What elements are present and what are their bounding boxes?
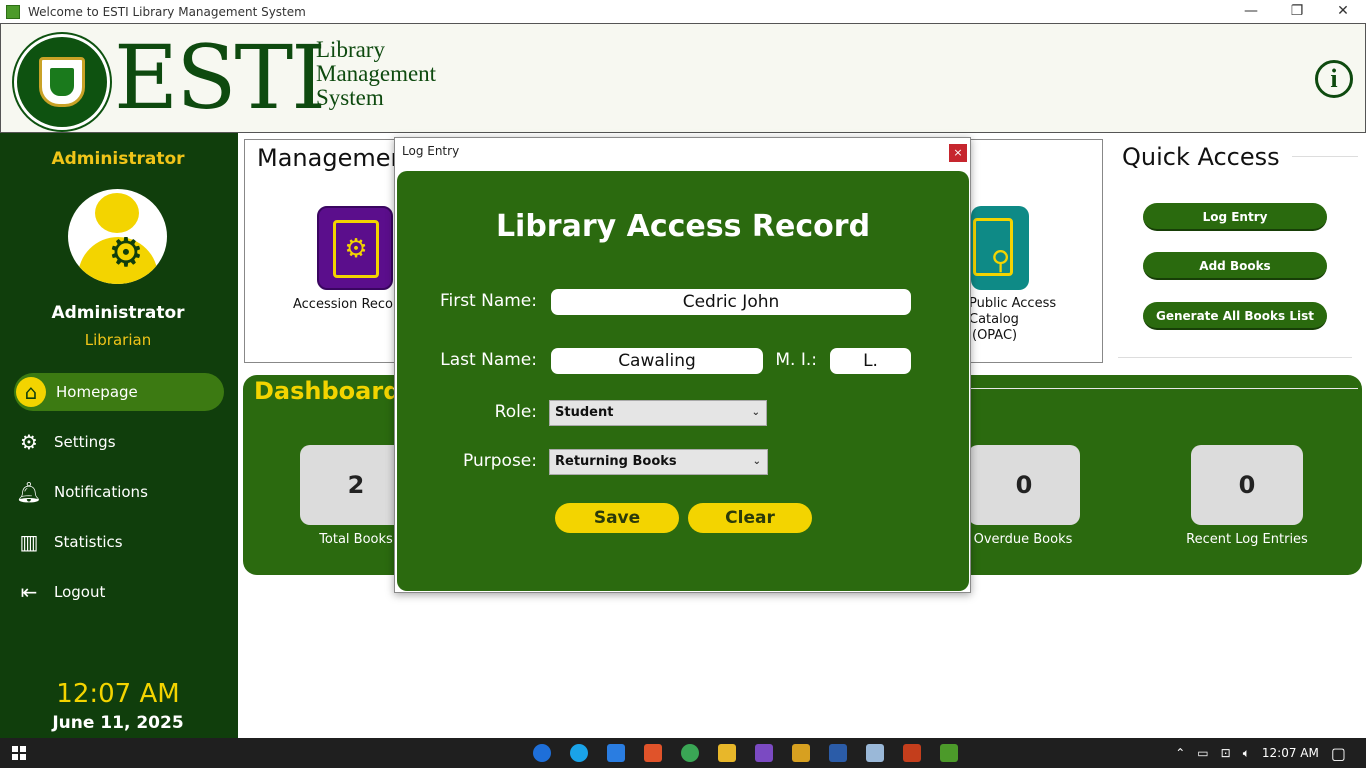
first-name-label: First Name: — [439, 291, 537, 311]
library-app-icon[interactable] — [940, 744, 958, 762]
visual-studio-icon[interactable] — [755, 744, 773, 762]
overdue-books-value: 0 — [968, 445, 1080, 525]
book-gear-icon: ⚙ — [333, 220, 379, 278]
window-title-bar: Welcome to ESTI Library Management Syste… — [0, 0, 1366, 23]
home-icon: ⌂ — [16, 377, 46, 407]
opac-label: Public Access Catalog (OPAC) — [969, 296, 1057, 343]
nav-notifications[interactable]: 🔔︎ Notifications — [14, 473, 224, 511]
last-name-input[interactable]: Cawaling — [551, 348, 763, 374]
recent-log-entries-value: 0 — [1191, 445, 1303, 525]
taskbar: ⌃ ▭ ⊡ 🔈︎ 12:07 AM ▢ — [0, 738, 1366, 768]
battery-icon[interactable]: ▭ — [1197, 746, 1208, 760]
purpose-select[interactable]: Returning Books ⌄ — [549, 449, 768, 475]
chevron-down-icon: ⌄ — [751, 407, 760, 418]
accession-record-label: Accession Reco — [293, 297, 393, 312]
info-button[interactable]: i — [1315, 60, 1353, 98]
close-window-icon[interactable]: ✕ — [1320, 0, 1366, 23]
windows-start-icon[interactable] — [12, 746, 26, 760]
clear-button[interactable]: Clear — [688, 503, 812, 533]
log-entry-button[interactable]: Log Entry — [1143, 203, 1327, 231]
logout-icon: ⇤ — [20, 580, 38, 604]
notepad-icon[interactable] — [866, 744, 884, 762]
sidebar: Administrator ⚙ Administrator Librarian … — [0, 133, 238, 738]
app-icon[interactable] — [607, 744, 625, 762]
bell-icon: 🔔︎ — [16, 480, 42, 504]
gear-icon: ⚙ — [108, 230, 144, 276]
chevron-down-icon: ⌄ — [752, 456, 761, 467]
brave-icon[interactable] — [644, 744, 662, 762]
clock-date: June 11, 2025 — [52, 713, 184, 733]
nav-statistics[interactable]: ▥ Statistics — [14, 523, 224, 561]
app-icon[interactable] — [792, 744, 810, 762]
accession-record-tile[interactable]: ⚙ — [317, 206, 393, 290]
app-book-icon — [6, 4, 20, 19]
middle-initial-input[interactable]: L. — [830, 348, 911, 374]
nav-settings[interactable]: ⚙ Settings — [14, 423, 224, 461]
notification-center-icon[interactable]: ▢ — [1331, 744, 1346, 763]
purpose-label: Purpose: — [463, 451, 537, 471]
restore-icon[interactable]: ❐ — [1274, 0, 1320, 23]
window-controls: — ❐ ✕ — [1228, 0, 1366, 23]
log-entry-dialog: Log Entry × Library Access Record First … — [394, 137, 971, 593]
quick-access-title: Quick Access — [1122, 143, 1280, 171]
book-search-icon: ⚲ — [973, 218, 1013, 276]
clock-time: 12:07 AM — [56, 679, 180, 709]
chevron-up-icon[interactable]: ⌃ — [1175, 746, 1185, 760]
taskbar-clock[interactable]: 12:07 AM — [1262, 746, 1319, 760]
system-tray: ⌃ ▭ ⊡ 🔈︎ 12:07 AM ▢ — [1175, 738, 1366, 768]
dialog-body: Library Access Record First Name: Cedric… — [397, 171, 969, 591]
edge-icon[interactable] — [570, 744, 588, 762]
dialog-title: Log Entry — [402, 144, 460, 158]
role-label: Role: — [494, 402, 537, 422]
network-icon[interactable]: ⊡ — [1221, 746, 1231, 760]
middle-initial-label: M. I.: — [775, 350, 817, 370]
minimize-icon[interactable]: — — [1228, 0, 1274, 23]
window-title: Welcome to ESTI Library Management Syste… — [28, 4, 306, 19]
powerpoint-icon[interactable] — [903, 744, 921, 762]
nav-logout[interactable]: ⇤ Logout — [14, 573, 224, 611]
app-header: ESTI Library Management System i — [0, 23, 1366, 133]
nav-homepage[interactable]: ⌂ Homepage — [14, 373, 224, 411]
brand-name: ESTI — [114, 26, 326, 129]
quick-access-panel: Quick Access Log Entry Add Books Generat… — [1110, 139, 1358, 359]
last-name-label: Last Name: — [440, 350, 537, 370]
first-name-input[interactable]: Cedric John — [551, 289, 911, 315]
dashboard-title: Dashboard — [254, 377, 401, 405]
management-title: Managemen — [257, 144, 406, 172]
opac-tile[interactable]: ⚲ — [971, 206, 1029, 290]
browser-icon[interactable] — [533, 744, 551, 762]
word-icon[interactable] — [829, 744, 847, 762]
brand-subtitle: Library Management System — [316, 37, 437, 110]
chart-icon: ▥ — [19, 530, 39, 554]
volume-icon[interactable]: 🔈︎ — [1243, 746, 1250, 761]
user-name: Administrator — [51, 303, 185, 323]
gear-icon: ⚙ — [20, 430, 38, 454]
admin-avatar: ⚙ — [68, 189, 167, 284]
form-heading: Library Access Record — [495, 209, 871, 244]
recent-log-entries-label: Recent Log Entries — [1186, 532, 1308, 547]
app-icon[interactable] — [681, 744, 699, 762]
close-icon[interactable]: × — [949, 144, 967, 162]
save-button[interactable]: Save — [555, 503, 679, 533]
school-seal-logo — [14, 34, 110, 130]
sidebar-role-heading: Administrator — [51, 149, 185, 169]
generate-books-list-button[interactable]: Generate All Books List — [1143, 302, 1327, 330]
file-explorer-icon[interactable] — [718, 744, 736, 762]
add-books-button[interactable]: Add Books — [1143, 252, 1327, 280]
role-select[interactable]: Student ⌄ — [549, 400, 767, 426]
user-role: Librarian — [84, 331, 152, 349]
